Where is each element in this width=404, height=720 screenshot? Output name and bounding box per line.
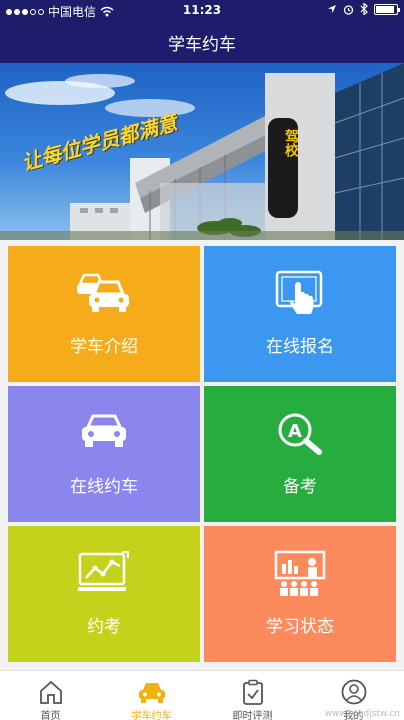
tab-evaluation[interactable]: 即时评测 <box>202 671 303 720</box>
tab-bar: 首页 学车约车 即时评测 我的 www.rnadjstw.cn <box>0 670 404 720</box>
search-a-icon: A <box>204 410 396 458</box>
tile-exam-booking[interactable]: 约考 <box>8 526 200 662</box>
watermark: www.rnadjstw.cn <box>324 709 400 719</box>
presentation-icon <box>204 550 396 598</box>
tab-label: 即时评测 <box>232 711 273 720</box>
cars-icon <box>8 270 200 318</box>
status-bar: 中国电信 11:23 <box>0 0 404 20</box>
school-sign: 驾校 <box>283 129 299 157</box>
tab-driving[interactable]: 学车约车 <box>101 671 202 720</box>
bluetooth-icon <box>360 3 368 15</box>
tile-online-booking[interactable]: 在线约车 <box>8 386 200 522</box>
battery-icon <box>374 3 400 15</box>
tile-study-status[interactable]: 学习状态 <box>204 526 396 662</box>
tile-label: 学习状态 <box>266 617 334 637</box>
car-icon <box>8 410 200 458</box>
tile-driving-intro[interactable]: 学车介绍 <box>8 246 200 382</box>
tile-exam-prep[interactable]: A 备考 <box>204 386 396 522</box>
tile-online-signup[interactable]: 在线报名 <box>204 246 396 382</box>
tile-label: 在线约车 <box>70 477 138 497</box>
location-icon <box>328 5 336 13</box>
tile-label: 学车介绍 <box>70 337 138 357</box>
user-icon <box>303 679 404 705</box>
clipboard-check-icon <box>202 679 303 705</box>
tile-label: 备考 <box>283 477 317 497</box>
tab-label: 学车约车 <box>131 711 172 720</box>
home-icon <box>0 679 101 705</box>
feature-grid: 学车介绍 在线报名 在线约车 A 备考 约考 学习状态 <box>8 246 396 666</box>
tablet-touch-icon <box>204 270 396 318</box>
banner-image[interactable]: 让每位学员都满意 驾校 <box>0 63 404 240</box>
svg-text:A: A <box>288 421 302 442</box>
tile-label: 约考 <box>87 617 121 637</box>
tab-label: 首页 <box>40 711 61 720</box>
car-icon <box>101 679 202 705</box>
top-bar: 中国电信 11:23 学车约车 <box>0 0 404 63</box>
alarm-icon <box>343 4 354 15</box>
status-right <box>327 3 400 15</box>
tile-label: 在线报名 <box>266 337 334 357</box>
tab-home[interactable]: 首页 <box>0 671 101 720</box>
chart-board-icon <box>8 550 200 598</box>
page-title: 学车约车 <box>168 35 236 55</box>
